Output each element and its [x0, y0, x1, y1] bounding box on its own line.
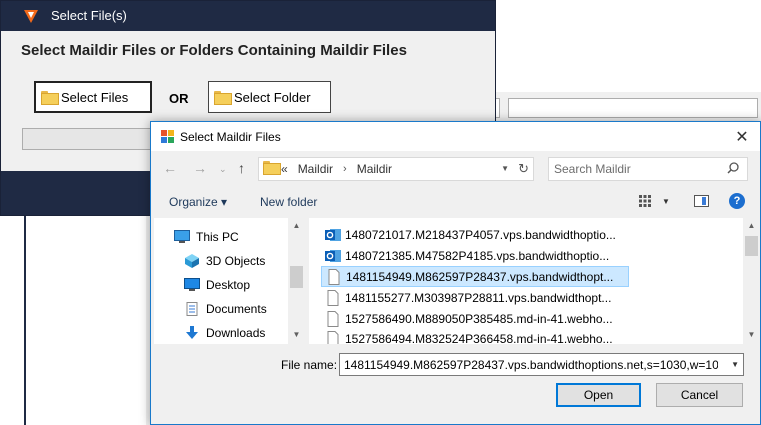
file-list-scrollbar[interactable]: ▲ ▼: [743, 218, 760, 344]
select-folder-button-label: Select Folder: [234, 89, 311, 105]
navigation-scrollbar[interactable]: ▲ ▼: [288, 218, 305, 344]
select-folder-button[interactable]: Select Folder: [208, 81, 331, 113]
scroll-up-icon[interactable]: ▲: [288, 221, 305, 230]
new-folder-button[interactable]: New folder: [260, 195, 317, 209]
search-icon: [727, 162, 739, 174]
nav-item-3d-objects[interactable]: 3D Objects: [184, 254, 265, 268]
file-icon: [327, 331, 339, 344]
outlook-message-icon: [325, 249, 341, 262]
address-bar[interactable]: « Maildir › Maildir ▼ ↻: [258, 157, 534, 181]
organize-menu[interactable]: Organize ▾: [169, 195, 227, 209]
dialog-title: Select Maildir Files: [180, 130, 281, 144]
nav-item-label: This PC: [196, 230, 239, 244]
chevron-down-icon[interactable]: ▼: [731, 360, 739, 369]
nav-item-label: Desktop: [206, 278, 251, 292]
outlook-message-icon: [325, 228, 341, 241]
folder-icon: [263, 161, 281, 177]
scrollbar-thumb[interactable]: [290, 266, 303, 288]
cancel-button[interactable]: Cancel: [656, 383, 743, 407]
nav-item-this-pc[interactable]: This PC: [174, 230, 239, 244]
search-input[interactable]: [549, 158, 719, 180]
close-icon[interactable]: ✕: [734, 127, 750, 147]
path-bar: [22, 128, 162, 150]
file-name-label: File name:: [281, 358, 338, 372]
nav-item-label: Documents: [206, 302, 267, 316]
dialog-app-icon: [161, 130, 174, 143]
file-list-pane[interactable]: 1480721017.M218437P4057.vps.bandwidthopt…: [309, 218, 760, 344]
file-dialog: Select Maildir Files ✕ ← → ⌄ ↑ « Maildir…: [150, 121, 761, 425]
select-files-heading: Select Maildir Files or Folders Containi…: [21, 42, 407, 59]
chevron-right-icon[interactable]: ›: [343, 163, 347, 175]
folder-icon: [214, 91, 232, 105]
list-item[interactable]: 1527586494.M832524P366458.md-in-41.webho…: [321, 329, 629, 344]
help-icon[interactable]: ?: [729, 193, 745, 209]
view-dropdown-icon[interactable]: ▼: [662, 197, 670, 206]
back-arrow-icon[interactable]: ←: [163, 160, 177, 176]
or-label: OR: [169, 91, 189, 106]
nav-item-label: Downloads: [206, 326, 266, 340]
open-button[interactable]: Open: [556, 383, 641, 407]
file-name-input[interactable]: [340, 354, 720, 375]
navigation-pane[interactable]: This PC 3D Objects Desktop Documents Dow…: [154, 218, 305, 344]
forward-arrow-icon[interactable]: →: [193, 160, 207, 176]
nav-item-desktop[interactable]: Desktop: [184, 278, 250, 292]
recent-locations-dropdown-icon[interactable]: ⌄: [219, 164, 227, 175]
select-files-button[interactable]: Select Files: [34, 81, 152, 113]
scroll-up-icon[interactable]: ▲: [743, 221, 760, 230]
select-files-button-label: Select Files: [61, 89, 129, 105]
file-name: 1527586490.M889050P385485.md-in-41.webho…: [345, 311, 613, 326]
select-files-title: Select File(s): [51, 8, 127, 23]
select-files-titlebar: Select File(s): [1, 1, 495, 31]
refresh-icon[interactable]: ↻: [518, 161, 529, 177]
file-icon: [328, 268, 340, 285]
nav-item-documents[interactable]: Documents: [184, 302, 267, 316]
up-arrow-icon[interactable]: ↑: [238, 160, 245, 176]
file-name: 1481154949.M862597P28437.vps.bandwidthop…: [346, 269, 614, 284]
folder-icon: [41, 91, 59, 105]
dialog-titlebar: Select Maildir Files ✕: [151, 122, 760, 151]
background-field: [508, 98, 758, 118]
list-item[interactable]: 1527586490.M889050P385485.md-in-41.webho…: [321, 308, 629, 329]
address-overflow[interactable]: «: [281, 162, 288, 176]
breadcrumb-segment[interactable]: Maildir: [298, 162, 333, 176]
file-name-combobox[interactable]: ▼: [339, 353, 744, 376]
breadcrumb-segment[interactable]: Maildir: [357, 162, 392, 176]
list-item[interactable]: 1480721385.M47582P4185.vps.bandwidthopti…: [321, 245, 629, 266]
file-icon: [327, 310, 339, 327]
list-item[interactable]: 1481155277.M303987P28811.vps.bandwidthop…: [321, 287, 629, 308]
view-options-icon[interactable]: [638, 194, 652, 208]
list-item[interactable]: 1480721017.M218437P4057.vps.bandwidthopt…: [321, 224, 629, 245]
file-icon: [327, 289, 339, 306]
chevron-down-icon[interactable]: ▼: [501, 164, 509, 173]
search-box[interactable]: [548, 157, 748, 181]
file-name: 1527586494.M832524P366458.md-in-41.webho…: [345, 332, 613, 344]
desktop-icon: [184, 278, 200, 291]
scrollbar-thumb[interactable]: [745, 236, 758, 256]
app-logo-icon: [24, 10, 38, 23]
file-name: 1480721385.M47582P4185.vps.bandwidthopti…: [345, 248, 610, 263]
downloads-icon: [186, 326, 198, 339]
3d-objects-icon: [185, 254, 199, 268]
pc-icon: [174, 230, 190, 243]
list-item[interactable]: 1481154949.M862597P28437.vps.bandwidthop…: [321, 266, 629, 287]
preview-pane-icon[interactable]: [694, 195, 709, 207]
documents-icon: [186, 302, 198, 316]
file-name: 1481155277.M303987P28811.vps.bandwidthop…: [345, 290, 612, 305]
scroll-down-icon[interactable]: ▼: [288, 330, 305, 339]
file-name: 1480721017.M218437P4057.vps.bandwidthopt…: [345, 227, 616, 242]
scroll-down-icon[interactable]: ▼: [743, 330, 760, 339]
nav-item-label: 3D Objects: [206, 254, 266, 268]
nav-item-downloads[interactable]: Downloads: [184, 326, 265, 340]
